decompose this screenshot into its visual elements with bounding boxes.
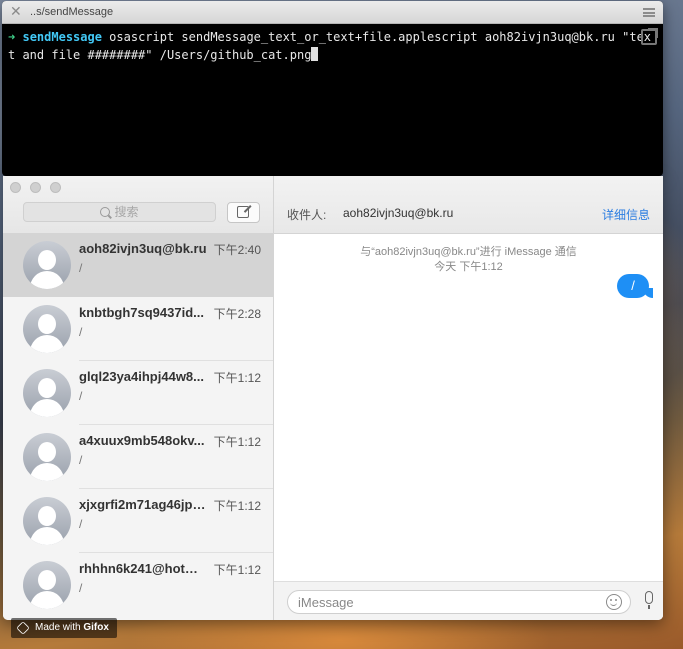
chat-footer: iMessage: [274, 581, 663, 620]
conversation-preview: /: [79, 453, 83, 467]
conversation-preview: /: [79, 325, 83, 339]
chat-header: 收件人: aoh82ivjn3uq@bk.ru 详细信息: [274, 176, 663, 234]
conversation-time: 下午2:40: [213, 243, 261, 257]
conversation-timestamp: 今天 下午1:12: [434, 261, 503, 273]
gifox-logo-icon: [16, 621, 30, 635]
close-icon[interactable]: ✕: [10, 4, 24, 18]
message-input[interactable]: iMessage: [287, 590, 631, 614]
conversation-name: xjxgrfi2m71ag46jpe...: [79, 497, 207, 512]
conversation-time: 下午2:28: [213, 307, 261, 321]
conversation-info: 与“aoh82ivjn3uq@bk.ru”进行 iMessage 通信: [360, 246, 577, 258]
text-cursor: [311, 47, 319, 61]
prompt-arrow: ➜: [8, 30, 16, 44]
compose-button[interactable]: [227, 202, 260, 223]
watermark-brand: Gifox: [83, 622, 109, 633]
terminal-title: ..s/sendMessage: [30, 6, 114, 18]
conversation-sidebar: 搜索 aoh82ivjn3uq@bk.ru 下午2:40 / knbtbgh7s…: [3, 176, 274, 620]
list-item[interactable]: xjxgrfi2m71ag46jpe... 下午1:12 /: [3, 489, 273, 553]
terminal-output[interactable]: ➜ sendMessage osascript sendMessage_text…: [2, 24, 663, 68]
conversation-time: 下午1:12: [213, 435, 261, 449]
list-item[interactable]: glql23ya4ihpj44w8... 下午1:12 /: [3, 361, 273, 425]
recipient-field[interactable]: aoh82ivjn3uq@bk.ru: [343, 206, 453, 220]
search-input[interactable]: 搜索: [23, 202, 216, 222]
microphone-icon[interactable]: [645, 591, 653, 609]
conversation-name: rhhhn6k241@hotm...: [79, 561, 207, 576]
conversation-name: aoh82ivjn3uq@bk.ru: [79, 241, 207, 256]
details-link[interactable]: 详细信息: [602, 206, 650, 223]
watermark-prefix: Made with: [35, 622, 84, 633]
conversation-preview: /: [79, 261, 83, 275]
terminal-titlebar[interactable]: ✕ ..s/sendMessage: [2, 1, 663, 24]
sidebar-toolbar: 搜索: [3, 176, 273, 234]
messages-window[interactable]: 搜索 aoh82ivjn3uq@bk.ru 下午2:40 / knbtbgh7s…: [3, 176, 663, 620]
avatar: [23, 561, 71, 609]
conversation-name: a4xuux9mb548okv...: [79, 433, 205, 448]
message-text: /: [631, 278, 635, 293]
minimize-window-button[interactable]: [30, 182, 41, 193]
conversation-preview: /: [79, 581, 83, 595]
conversation-time: 下午1:12: [213, 499, 261, 513]
conversation-list: aoh82ivjn3uq@bk.ru 下午2:40 / knbtbgh7sq94…: [3, 233, 273, 620]
zoom-window-button[interactable]: [50, 182, 61, 193]
conversation-name: knbtbgh7sq9437id...: [79, 305, 204, 320]
conversation-time: 下午1:12: [213, 371, 261, 385]
chat-pane: 收件人: aoh82ivjn3uq@bk.ru 详细信息 与“aoh82ivjn…: [274, 176, 663, 620]
conversation-time: 下午1:12: [213, 563, 261, 577]
avatar: [23, 369, 71, 417]
gifox-watermark: Made with Gifox: [11, 618, 117, 638]
avatar: [23, 241, 71, 289]
search-icon: [100, 207, 111, 217]
popout-icon[interactable]: [641, 28, 658, 45]
emoji-icon[interactable]: [606, 594, 622, 610]
list-item[interactable]: rhhhn6k241@hotm... 下午1:12 /: [3, 553, 273, 617]
menu-icon[interactable]: [643, 8, 655, 17]
recipient-label: 收件人:: [287, 208, 327, 222]
avatar: [23, 305, 71, 353]
terminal-window[interactable]: ✕ ..s/sendMessage ➜ sendMessage osascrip…: [2, 1, 663, 176]
prompt-directory: sendMessage: [22, 30, 102, 44]
avatar: [23, 497, 71, 545]
sent-message-bubble[interactable]: /: [617, 274, 653, 298]
terminal-command: osascript sendMessage_text_or_text+file.…: [8, 30, 652, 62]
compose-icon: [237, 206, 249, 218]
search-placeholder: 搜索: [114, 205, 139, 219]
conversation-preview: /: [79, 389, 83, 403]
conversation-name: glql23ya4ihpj44w8...: [79, 369, 204, 384]
list-item[interactable]: a4xuux9mb548okv... 下午1:12 /: [3, 425, 273, 489]
conversation-preview: /: [79, 517, 83, 531]
list-item[interactable]: aoh82ivjn3uq@bk.ru 下午2:40 /: [3, 233, 273, 297]
close-window-button[interactable]: [10, 182, 21, 193]
message-placeholder: iMessage: [298, 595, 354, 610]
list-item[interactable]: knbtbgh7sq9437id... 下午2:28 /: [3, 297, 273, 361]
avatar: [23, 433, 71, 481]
